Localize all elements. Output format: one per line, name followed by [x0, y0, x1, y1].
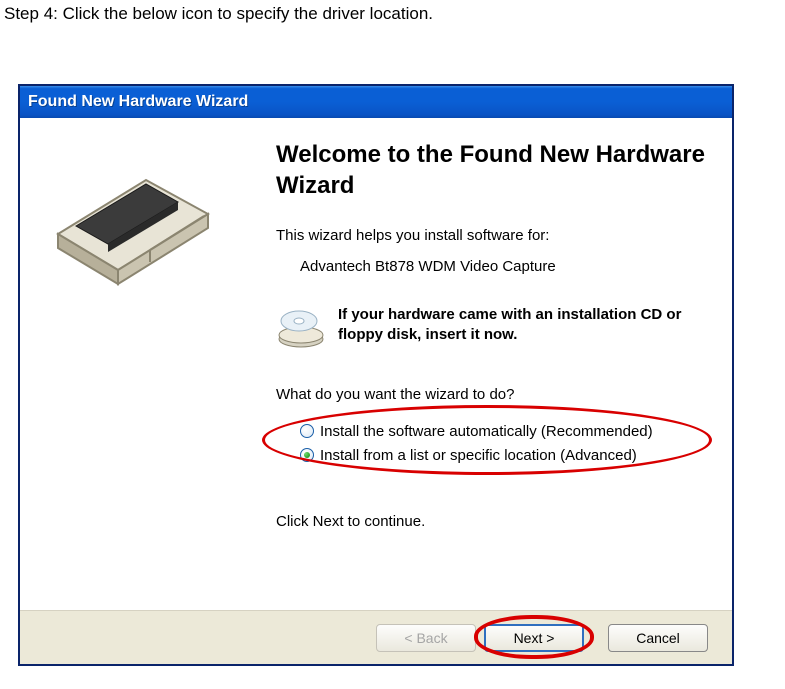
- device-name: Advantech Bt878 WDM Video Capture: [300, 258, 714, 275]
- title-bar: Found New Hardware Wizard: [20, 86, 732, 118]
- wizard-main-panel: Welcome to the Found New Hardware Wizard…: [258, 118, 732, 610]
- back-button-label: < Back: [404, 630, 447, 646]
- cancel-button-label: Cancel: [636, 630, 680, 646]
- cd-instruction-row: If your hardware came with an installati…: [276, 305, 714, 356]
- radio-list-label: Install from a list or specific location…: [320, 447, 637, 464]
- hardware-device-icon: [38, 142, 228, 312]
- cancel-button[interactable]: Cancel: [608, 624, 708, 652]
- helps-line: This wizard helps you install software f…: [276, 227, 714, 244]
- step-instruction: Step 4: Click the below icon to specify …: [0, 0, 785, 24]
- back-button: < Back: [376, 624, 476, 652]
- radio-group-container: Install the software automatically (Reco…: [276, 419, 714, 467]
- click-next-text: Click Next to continue.: [276, 513, 714, 530]
- wizard-body: Welcome to the Found New Hardware Wizard…: [20, 118, 732, 610]
- wizard-window: Found New Hardware Wizard Welcome to the…: [18, 84, 734, 666]
- wizard-heading: Welcome to the Found New Hardware Wizard: [276, 140, 714, 201]
- wizard-question: What do you want the wizard to do?: [276, 386, 714, 403]
- window-title: Found New Hardware Wizard: [28, 93, 248, 111]
- radio-unchecked-icon: [300, 424, 314, 438]
- radio-checked-icon: [300, 448, 314, 462]
- side-graphic: [20, 118, 258, 610]
- cd-drive-icon: [276, 305, 326, 356]
- next-button[interactable]: Next >: [484, 624, 584, 652]
- radio-option-automatic[interactable]: Install the software automatically (Reco…: [300, 419, 714, 443]
- button-bar: < Back Next > Cancel: [20, 610, 732, 664]
- next-button-label: Next >: [514, 630, 555, 646]
- radio-option-list[interactable]: Install from a list or specific location…: [300, 443, 714, 467]
- radio-auto-label: Install the software automatically (Reco…: [320, 423, 653, 440]
- cd-instruction-text: If your hardware came with an installati…: [338, 305, 714, 356]
